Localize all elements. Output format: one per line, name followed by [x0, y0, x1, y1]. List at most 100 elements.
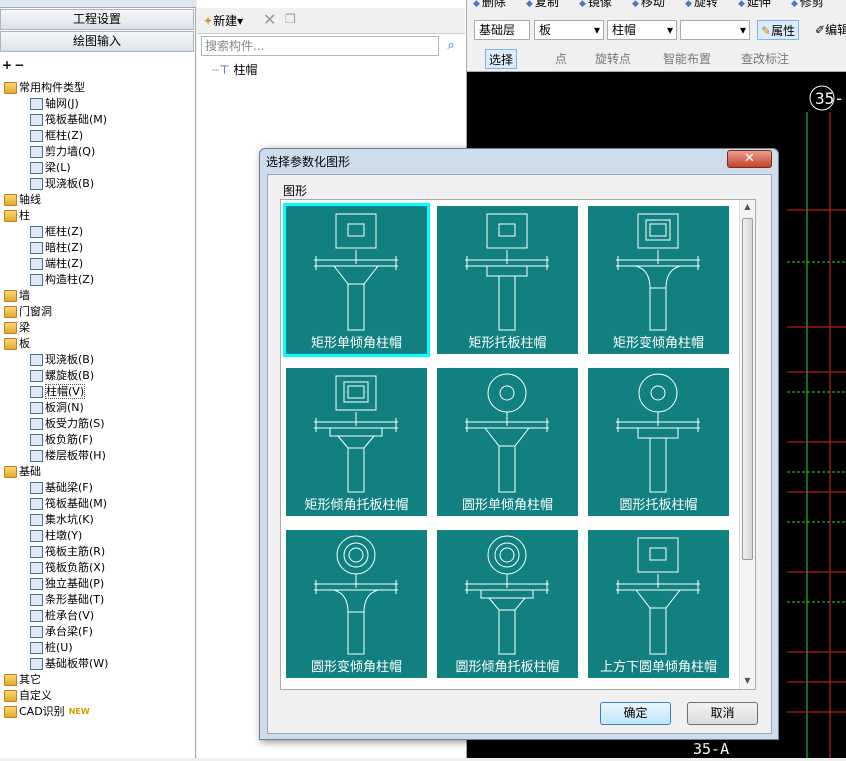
- tree-item[interactable]: 框柱(Z): [30, 128, 83, 144]
- component-select[interactable]: 柱帽 ▾: [607, 20, 677, 40]
- search-icon[interactable]: ⌕: [441, 36, 461, 56]
- tree-item[interactable]: 桩(U): [30, 640, 73, 656]
- shape-option-card[interactable]: 圆形托板柱帽: [583, 362, 730, 518]
- tree-item[interactable]: 集水坑(K): [30, 512, 94, 528]
- tree-item[interactable]: 板受力筋(S): [30, 416, 105, 432]
- tree-folder[interactable]: 墙: [4, 288, 30, 304]
- toolbar-button[interactable]: ◆ 镜像: [579, 0, 612, 12]
- draw-tool-button[interactable]: 查改标注: [741, 49, 789, 69]
- edit-button[interactable]: ✐编辑: [815, 20, 846, 40]
- tree-item[interactable]: 现浇板(B): [30, 176, 94, 192]
- tree-folder[interactable]: 其它: [4, 672, 41, 688]
- shape-option-card[interactable]: 圆形变倾角柱帽: [281, 524, 428, 680]
- tree-folder[interactable]: 基础: [4, 464, 41, 480]
- dialog-close-button[interactable]: ✕: [727, 150, 772, 168]
- tree-item[interactable]: 框柱(Z): [30, 224, 83, 240]
- new-component-button[interactable]: ✦新建▾: [203, 12, 243, 29]
- plan-inner-square: [649, 547, 667, 561]
- draw-tool-button[interactable]: 旋转点: [595, 49, 631, 69]
- toolbar-button[interactable]: ◆ 修剪: [791, 0, 824, 12]
- toolbar-button[interactable]: ◆ 复制: [526, 0, 559, 12]
- toolbar-button[interactable]: ◆ 删除: [473, 0, 506, 12]
- column-shaft: [649, 287, 667, 331]
- tree-item[interactable]: 楼层板带(H): [30, 448, 106, 464]
- shape-preview: 矩形托板柱帽: [437, 206, 578, 354]
- tree-item[interactable]: 条形基础(T): [30, 592, 104, 608]
- tree-item[interactable]: 板负筋(F): [30, 432, 93, 448]
- draw-tool-label: 点: [555, 52, 568, 66]
- gallery-scrollbar[interactable]: ▲ ▼: [739, 200, 755, 689]
- tree-item[interactable]: 梁(L): [30, 160, 71, 176]
- plan-inner-square: [649, 223, 667, 237]
- tree-item-label: 剪力墙(Q): [45, 145, 96, 158]
- plan-circle: [487, 535, 527, 575]
- component-search-input[interactable]: 搜索构件...: [201, 36, 439, 56]
- shape-option-card[interactable]: 上方下圆单倾角柱帽: [583, 524, 730, 680]
- copy-icon[interactable]: ❐: [285, 12, 296, 26]
- plan-mid-circle: [343, 542, 369, 568]
- draw-tool-button[interactable]: 点: [555, 49, 567, 69]
- tree-item[interactable]: 轴网(J): [30, 96, 79, 112]
- tree-folder[interactable]: 板: [4, 336, 30, 352]
- tree-folder[interactable]: CAD识别 NEW: [4, 704, 90, 720]
- draw-tool-button[interactable]: 选择: [485, 49, 518, 69]
- tree-item[interactable]: 承台梁(F): [30, 624, 93, 640]
- properties-button[interactable]: ✎属性: [757, 20, 800, 40]
- component-icon: [30, 146, 43, 158]
- draw-toolbar-row: 选择 点 旋转点 智能布置 查改标注: [467, 48, 846, 70]
- new-label: 新建: [213, 14, 238, 28]
- tree-item[interactable]: 筏板基础(M): [30, 112, 107, 128]
- tree-item[interactable]: 暗柱(Z): [30, 240, 83, 256]
- shape-option-card[interactable]: 圆形单倾角柱帽: [432, 362, 579, 518]
- subtype-select[interactable]: ▾: [680, 20, 750, 40]
- tree-item[interactable]: 筏板主筋(R): [30, 544, 105, 560]
- tree-folder[interactable]: 柱: [4, 208, 30, 224]
- tree-item[interactable]: 柱墩(Y): [30, 528, 82, 544]
- tree-item[interactable]: 筏板基础(M): [30, 496, 107, 512]
- draw-tool-button[interactable]: 智能布置: [663, 49, 711, 69]
- shape-option-card[interactable]: 矩形倾角托板柱帽: [281, 362, 428, 518]
- tree-item[interactable]: 桩承台(V): [30, 608, 94, 624]
- type-select[interactable]: 板 ▾: [534, 20, 604, 40]
- tree-item[interactable]: 剪力墙(Q): [30, 144, 95, 160]
- shape-option-card[interactable]: 矩形单倾角柱帽: [281, 200, 430, 357]
- shape-option-card[interactable]: 圆形倾角托板柱帽: [432, 524, 579, 680]
- expand-collapse-icon[interactable]: + −: [2, 58, 24, 72]
- cancel-button[interactable]: 取消: [687, 702, 758, 725]
- ok-button[interactable]: 确定: [600, 702, 671, 725]
- tree-item[interactable]: 基础梁(F): [30, 480, 93, 496]
- tree-folder[interactable]: 自定义: [4, 688, 52, 704]
- floor-select[interactable]: 基础层: [474, 20, 530, 40]
- tree-item[interactable]: 柱帽(V): [30, 384, 86, 400]
- toolbar-button[interactable]: ◆ 延伸: [738, 0, 771, 12]
- tree-item[interactable]: 基础板带(W): [30, 656, 108, 672]
- scroll-up-icon[interactable]: ▲: [740, 200, 755, 214]
- component-icon: [30, 418, 43, 430]
- tree-folder[interactable]: 门窗洞: [4, 304, 52, 320]
- scroll-thumb[interactable]: [742, 218, 753, 560]
- component-list-item[interactable]: ┈⊤ 柱帽: [212, 62, 258, 78]
- tree-item[interactable]: 现浇板(B): [30, 352, 94, 368]
- tree-folder[interactable]: 梁: [4, 320, 30, 336]
- tree-item-label: 框柱(Z): [45, 129, 84, 142]
- project-settings-button[interactable]: 工程设置: [0, 9, 194, 30]
- delete-icon[interactable]: ✕: [263, 10, 276, 29]
- tree-folder[interactable]: 常用构件类型: [4, 80, 85, 96]
- cad-axis-label-bottom: 35-A: [693, 740, 729, 758]
- shape-option-card[interactable]: 矩形托板柱帽: [432, 200, 579, 356]
- tree-folder[interactable]: 轴线: [4, 192, 41, 208]
- tree-item[interactable]: 端柱(Z): [30, 256, 83, 272]
- toolbar-button[interactable]: ◆ 旋转: [685, 0, 718, 12]
- shape-option-card[interactable]: 矩形变倾角柱帽: [583, 200, 730, 356]
- toolbar-button[interactable]: ◆ 移动: [632, 0, 665, 12]
- tree-item-label: 基础: [19, 465, 41, 478]
- tree-item[interactable]: 筏板负筋(X): [30, 560, 105, 576]
- scroll-down-icon[interactable]: ▼: [740, 674, 755, 688]
- tree-item[interactable]: 独立基础(P): [30, 576, 104, 592]
- drawing-input-button[interactable]: 绘图输入: [0, 31, 194, 52]
- component-icon: [30, 354, 43, 366]
- tree-item[interactable]: 板洞(N): [30, 400, 84, 416]
- tree-item[interactable]: 构造柱(Z): [30, 272, 94, 288]
- draw-tool-label: 智能布置: [663, 52, 712, 66]
- tree-item[interactable]: 螺旋板(B): [30, 368, 94, 384]
